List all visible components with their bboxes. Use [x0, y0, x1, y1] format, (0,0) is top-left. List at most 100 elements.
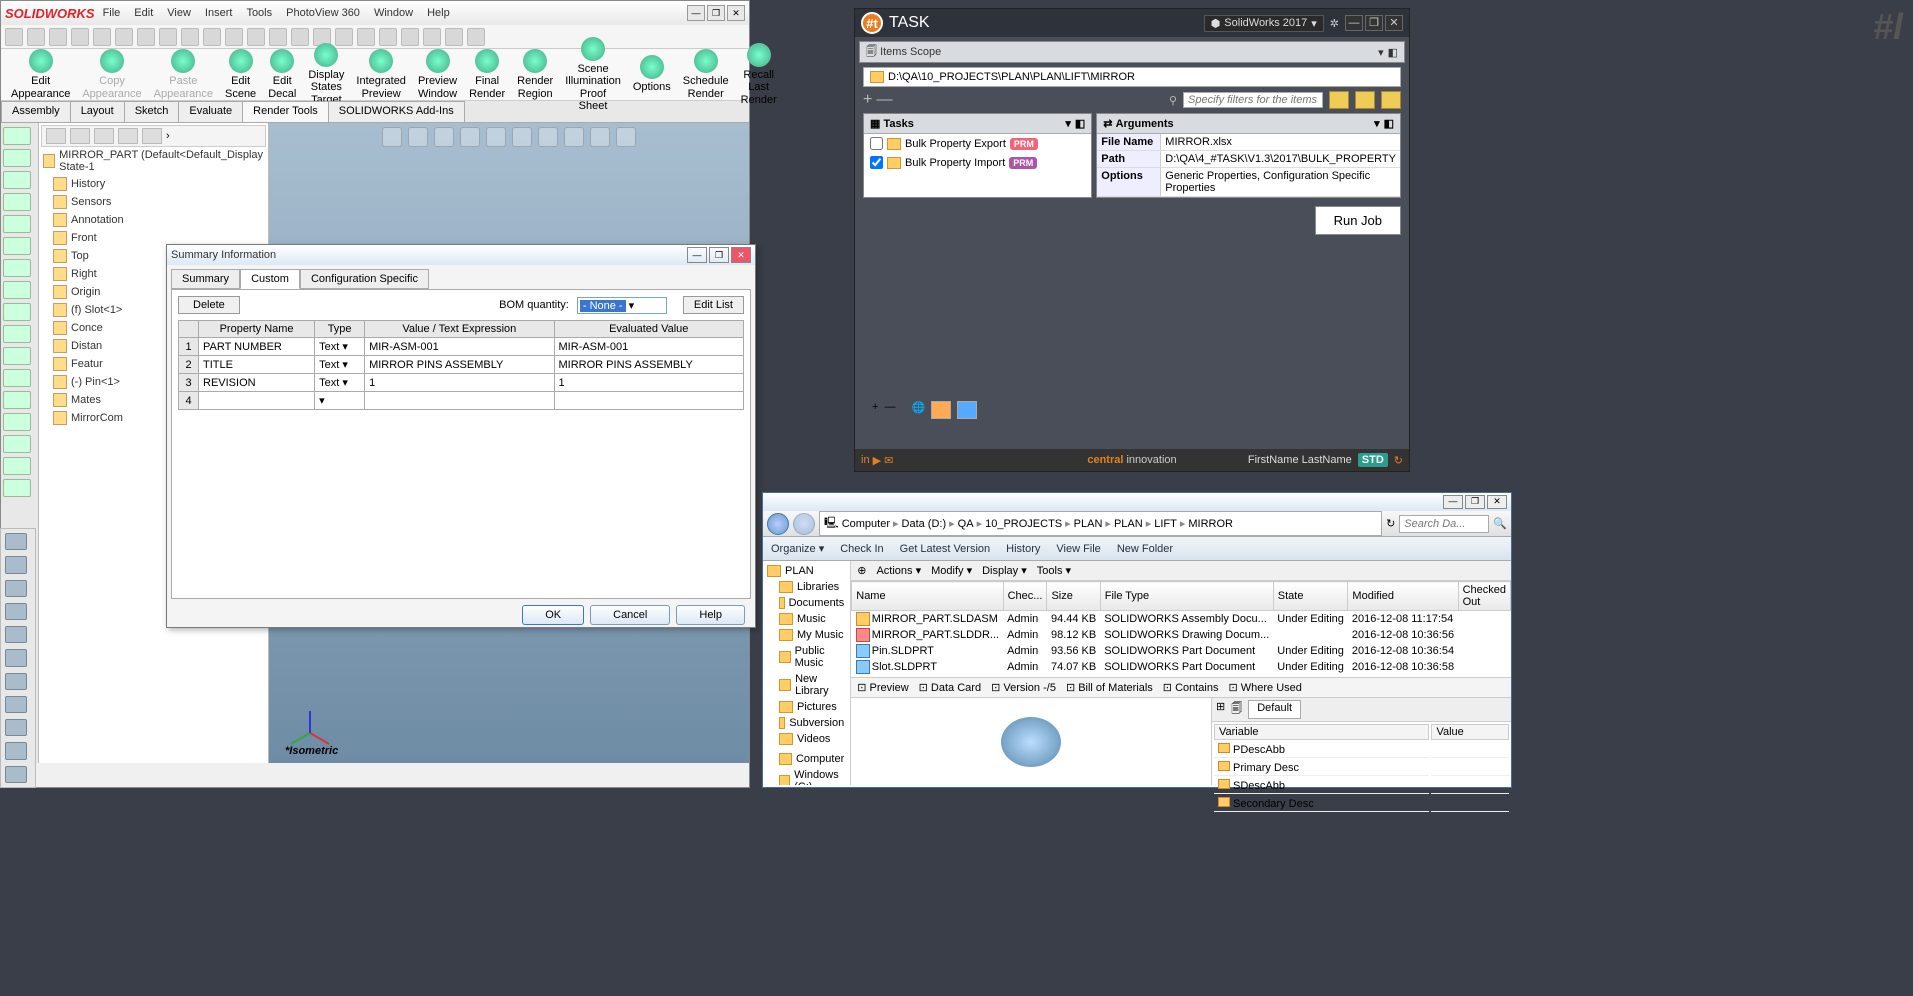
property-row[interactable]: 2TITLEText ▾MIRROR PINS ASSEMBLYMIRROR P… [179, 356, 744, 374]
command-tab[interactable]: SOLIDWORKS Add-Ins [328, 101, 465, 122]
column-header[interactable]: Value / Text Expression [365, 321, 554, 338]
tree-filter-icon[interactable] [46, 128, 66, 144]
tree-item[interactable]: Annotation [41, 211, 266, 229]
menu-tools[interactable]: Tools [246, 7, 272, 19]
taskpane-icon[interactable] [3, 457, 31, 475]
cube-icon[interactable] [1329, 91, 1349, 109]
grid-icon[interactable] [1381, 91, 1401, 109]
delete-button[interactable]: Delete [178, 296, 240, 314]
tool-icon[interactable] [957, 401, 977, 419]
mail-icon[interactable]: ✉ [884, 454, 893, 467]
maximize-icon[interactable]: ❐ [1465, 495, 1485, 509]
close-icon[interactable]: ✕ [1385, 15, 1403, 31]
toolbar-item[interactable]: Get Latest Version [900, 543, 991, 555]
zoom-icon[interactable] [382, 127, 402, 147]
command-button[interactable]: EditAppearance [7, 47, 74, 101]
filter-icon[interactable]: ⚲ [1169, 94, 1177, 107]
taskpane-icon[interactable] [3, 303, 31, 321]
tree-item[interactable]: Sensors [41, 193, 266, 211]
tree-item[interactable]: Libraries [765, 579, 848, 595]
tree-item[interactable]: My Music [765, 627, 848, 643]
filter-input[interactable] [1183, 92, 1323, 108]
toolbar-item[interactable]: View File [1056, 543, 1100, 555]
tree-item[interactable]: New Library [765, 671, 848, 699]
plus-icon[interactable]: + [872, 401, 878, 419]
toolbar-icon[interactable] [71, 28, 89, 46]
search-icon[interactable]: 🔍 [1493, 517, 1507, 530]
toolbar-icon[interactable] [93, 28, 111, 46]
chevron-right-icon[interactable]: › [166, 130, 170, 142]
taskpane-icon[interactable] [3, 413, 31, 431]
detail-tab[interactable]: ⊡ Bill of Materials [1066, 681, 1153, 694]
taskbar-icon[interactable] [5, 580, 27, 597]
property-row[interactable]: Primary Desc [1214, 760, 1509, 776]
menu-photoview[interactable]: PhotoView 360 [286, 7, 360, 19]
tree-item[interactable]: Videos [765, 731, 848, 747]
task-item[interactable]: Bulk Property Export PRM [864, 134, 1091, 153]
items-scope-path[interactable]: D:\QA\10_PROJECTS\PLAN\PLAN\LIFT\MIRROR [863, 67, 1401, 87]
help-button[interactable]: Help [676, 605, 745, 625]
taskpane-icon[interactable] [3, 281, 31, 299]
detail-tab[interactable]: ⊡ Preview [857, 681, 908, 694]
toolbar-icon[interactable] [5, 28, 23, 46]
task-item[interactable]: Bulk Property Import PRM [864, 153, 1091, 172]
command-tab[interactable]: Render Tools [242, 101, 329, 122]
taskbar-icon[interactable] [5, 626, 27, 643]
taskbar-icon[interactable] [5, 533, 27, 550]
globe-icon[interactable]: 🌐 [911, 401, 925, 419]
address-bar[interactable]: 🖳 Computer ▸ Data (D:) ▸ QA ▸ 10_PROJECT… [819, 511, 1382, 536]
property-row[interactable]: 4 ▾ [179, 392, 744, 410]
command-button[interactable]: EditDecal [264, 47, 300, 101]
column-header[interactable]: Size [1047, 582, 1100, 611]
action-menu[interactable]: Actions ▾ [876, 564, 921, 577]
command-button[interactable]: PreviewWindow [414, 47, 461, 101]
minimize-icon[interactable]: — [1345, 15, 1363, 31]
toolbar-item[interactable]: New Folder [1117, 543, 1173, 555]
breadcrumb[interactable]: 10_PROJECTS [985, 518, 1062, 530]
action-menu[interactable]: Tools ▾ [1037, 564, 1071, 577]
detail-tab[interactable]: ⊡ Data Card [919, 681, 981, 694]
props-tab-default[interactable]: Default [1248, 700, 1301, 719]
task-checkbox[interactable] [870, 156, 883, 169]
tree-root[interactable]: PLAN [765, 563, 848, 579]
taskpane-icon[interactable] [3, 391, 31, 409]
scene-icon[interactable] [538, 127, 558, 147]
tree-icon[interactable] [94, 128, 114, 144]
tree-item[interactable]: Pictures [765, 699, 848, 715]
menu-view[interactable]: View [167, 7, 191, 19]
command-tab[interactable]: Layout [70, 101, 125, 122]
close-icon[interactable]: ✕ [727, 5, 745, 21]
action-menu[interactable]: Display ▾ [982, 564, 1027, 577]
command-button[interactable]: SceneIlluminationProofSheet [561, 35, 625, 113]
youtube-icon[interactable]: ▶ [873, 454, 881, 467]
tree-icon[interactable] [118, 128, 138, 144]
pin-icon[interactable]: ◧ [1384, 117, 1394, 130]
breadcrumb[interactable]: QA [958, 518, 974, 530]
ok-button[interactable]: OK [522, 605, 584, 625]
command-tab[interactable]: Evaluate [178, 101, 243, 122]
column-header[interactable]: Name [852, 582, 1003, 611]
breadcrumb[interactable]: MIRROR [1188, 518, 1233, 530]
col-variable[interactable]: Variable [1214, 724, 1429, 740]
column-header[interactable]: Evaluated Value [554, 321, 743, 338]
action-menu[interactable]: Modify ▾ [931, 564, 972, 577]
menu-window[interactable]: Window [374, 7, 413, 19]
tree-item[interactable]: Subversion [765, 715, 848, 731]
breadcrumb[interactable]: PLAN [1074, 518, 1103, 530]
close-icon[interactable]: ✕ [731, 247, 751, 263]
property-row[interactable]: Secondary Desc [1214, 796, 1509, 812]
props-icon[interactable]: ⊞ [1216, 700, 1225, 719]
chevron-down-icon[interactable]: ▾ [1065, 117, 1071, 130]
command-button[interactable]: EditScene [221, 47, 260, 101]
props-icon[interactable]: 🗐 [1231, 700, 1242, 719]
toolbar-icon[interactable] [203, 28, 221, 46]
taskbar-icon[interactable] [5, 673, 27, 690]
taskbar-icon[interactable] [5, 742, 27, 759]
taskbar-icon[interactable] [5, 696, 27, 713]
file-row[interactable]: Slot.SLDPRTAdmin74.07 KBSOLIDWORKS Part … [852, 659, 1511, 675]
tree-item[interactable]: Music [765, 611, 848, 627]
arg-value[interactable]: Generic Properties, Configuration Specif… [1161, 168, 1400, 196]
detail-tab[interactable]: ⊡ Version -/5 [991, 681, 1056, 694]
breadcrumb[interactable]: Data (D:) [902, 518, 947, 530]
minimize-icon[interactable]: — [687, 247, 707, 263]
